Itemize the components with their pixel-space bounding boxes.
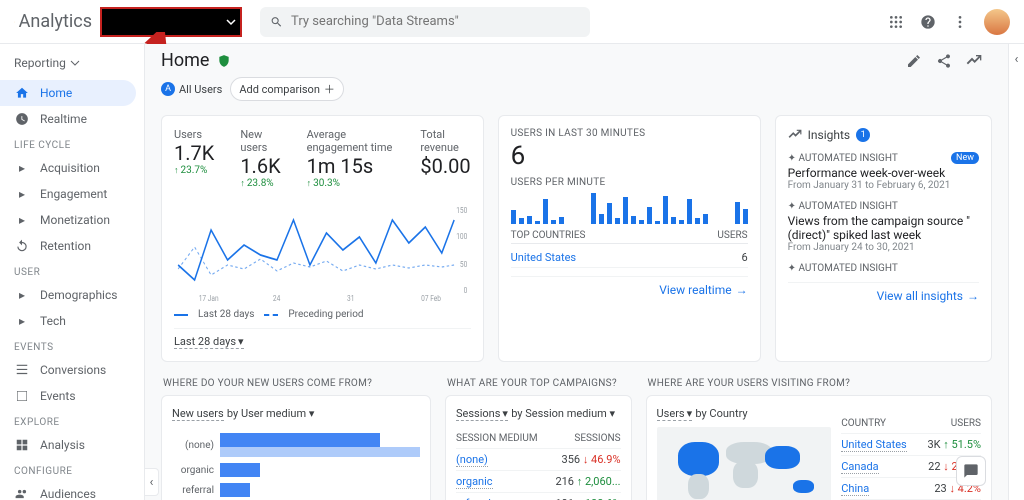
users-per-minute-chart	[511, 188, 748, 224]
chart-legend: Last 28 daysPreceding period	[174, 309, 471, 320]
view-realtime-link[interactable]: View realtime →	[659, 283, 747, 297]
svg-text:150: 150	[456, 205, 467, 215]
svg-text:31: 31	[347, 293, 354, 303]
add-comparison-button[interactable]: Add comparison＋	[230, 77, 344, 101]
svg-text:07 Feb: 07 Feb	[421, 293, 441, 303]
nav-engagement[interactable]: ▸Engagement	[0, 181, 136, 207]
nav-monetization[interactable]: ▸Monetization	[0, 207, 136, 233]
insights-card: Insights1 ✦ AUTOMATED INSIGHTNew Perform…	[775, 115, 992, 362]
svg-text:24: 24	[273, 293, 280, 303]
right-rail: ‹	[1008, 44, 1024, 500]
realtime-card: USERS IN LAST 30 MINUTES 6 USERS PER MIN…	[498, 115, 761, 362]
feedback-button[interactable]	[956, 456, 986, 486]
insights-icon[interactable]	[966, 53, 982, 69]
sidebar: Reporting Home Realtime LIFE CYCLE ▸Acqu…	[0, 44, 145, 500]
verified-icon	[217, 54, 231, 68]
nav-realtime[interactable]: Realtime	[0, 106, 136, 132]
nav-events[interactable]: Events	[0, 383, 136, 409]
apps-icon[interactable]	[888, 14, 904, 30]
nav-audiences[interactable]: Audiences	[0, 481, 136, 500]
page-title: Home	[161, 50, 209, 71]
realtime-users-count: 6	[511, 141, 748, 171]
nav-retention[interactable]: Retention	[0, 233, 136, 259]
metric-picker[interactable]: Users ▾	[657, 407, 693, 421]
section-explore: EXPLORE	[0, 409, 144, 432]
help-icon[interactable]	[920, 14, 936, 30]
nav-tech[interactable]: ▸Tech	[0, 308, 136, 334]
metric-picker[interactable]: New users	[172, 407, 224, 421]
section-configure: CONFIGURE	[0, 458, 144, 481]
section-heading: WHERE DO YOUR NEW USERS COME FROM?	[161, 372, 431, 395]
rail-expand-icon[interactable]: ‹	[1015, 52, 1019, 67]
insight-block[interactable]: ✦ AUTOMATED INSIGHT	[788, 263, 979, 274]
property-picker[interactable]	[100, 7, 242, 37]
insight-block[interactable]: ✦ AUTOMATED INSIGHT Views from the campa…	[788, 201, 979, 253]
nav-acquisition[interactable]: ▸Acquisition	[0, 155, 136, 181]
section-heading: WHERE ARE YOUR USERS VISITING FROM?	[646, 372, 992, 395]
insight-block[interactable]: ✦ AUTOMATED INSIGHTNew Performance week-…	[788, 152, 979, 191]
more-icon[interactable]	[952, 14, 968, 30]
svg-text:50: 50	[460, 259, 467, 269]
svg-text:100: 100	[456, 231, 467, 241]
world-map[interactable]	[657, 427, 832, 500]
nav-home[interactable]: Home	[0, 80, 136, 106]
metric-picker[interactable]: Sessions ▾	[456, 407, 508, 421]
app-logo[interactable]: Analytics	[14, 11, 92, 32]
app-name: Analytics	[19, 11, 92, 32]
svg-text:0: 0	[464, 285, 468, 295]
rt-country-row[interactable]: United States6	[511, 248, 748, 268]
share-icon[interactable]	[936, 53, 952, 69]
insights-spark-icon	[788, 128, 802, 142]
search-icon	[270, 15, 283, 29]
search-bar[interactable]	[260, 7, 590, 37]
search-input[interactable]	[291, 14, 580, 29]
nav-conversions[interactable]: Conversions	[0, 357, 136, 383]
users-by-country-card: Users ▾ by Country COUNTRYUSERSUnited	[646, 395, 992, 500]
section-heading: WHAT ARE YOUR TOP CAMPAIGNS?	[445, 372, 632, 395]
report-mode-picker[interactable]: Reporting	[0, 52, 144, 80]
svg-text:17 Jan: 17 Jan	[199, 293, 219, 303]
section-events: EVENTS	[0, 334, 144, 357]
section-lifecycle: LIFE CYCLE	[0, 132, 144, 155]
segment-all-users[interactable]: AAll Users	[161, 82, 222, 96]
chevron-down-icon	[70, 58, 80, 68]
user-avatar[interactable]	[984, 9, 1010, 35]
sidebar-collapse-button[interactable]: ‹	[145, 468, 159, 496]
nav-analysis[interactable]: Analysis	[0, 432, 136, 458]
chevron-down-icon	[226, 17, 236, 27]
new-users-by-medium-card: New users by User medium ▾ (none)organic…	[161, 395, 431, 500]
overview-chart: 150 100 50 0 17 Jan 24 31 07 Feb	[174, 195, 471, 305]
nav-demographics[interactable]: ▸Demographics	[0, 282, 136, 308]
customize-icon[interactable]	[906, 53, 922, 69]
overview-card: Users1.7K23.7%New users1.6K23.8%Average …	[161, 115, 484, 362]
section-user: USER	[0, 259, 144, 282]
date-range-picker[interactable]: Last 28 days ▾	[174, 335, 244, 349]
top-campaigns-card: Sessions ▾ by Session medium ▾ SESSION M…	[445, 395, 632, 500]
view-all-insights-link[interactable]: View all insights →	[877, 289, 979, 303]
analytics-logo-icon	[14, 13, 15, 31]
